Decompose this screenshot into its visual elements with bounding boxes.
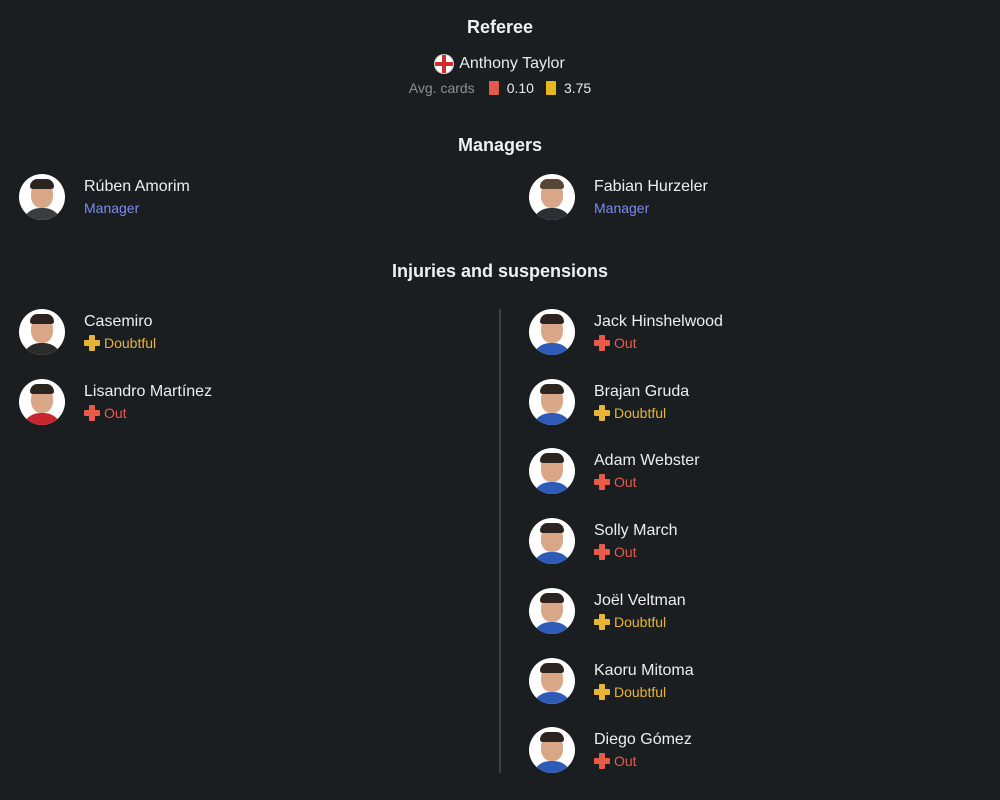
player-row[interactable]: Jack Hinshelwood Out bbox=[529, 309, 723, 355]
referee-avg-cards: Avg. cards 0.10 3.75 bbox=[0, 80, 1000, 96]
yellow-cross-icon bbox=[594, 404, 610, 421]
red-cross-icon bbox=[594, 474, 610, 491]
status-badge: Out bbox=[84, 405, 212, 421]
status-label: Out bbox=[614, 753, 637, 770]
status-label: Doubtful bbox=[614, 613, 667, 630]
player-name: Joël Veltman bbox=[594, 591, 686, 609]
column-divider bbox=[499, 309, 501, 773]
avatar bbox=[529, 309, 575, 355]
red-cross-icon bbox=[84, 405, 100, 421]
managers-title: Managers bbox=[457, 135, 543, 155]
manager-role: Manager bbox=[84, 200, 140, 216]
player-row[interactable]: Lisandro Martínez Out bbox=[19, 379, 212, 425]
avatar bbox=[19, 309, 65, 355]
injuries-title: Injuries and suspensions bbox=[391, 261, 609, 281]
avatar bbox=[529, 657, 575, 704]
yellow-cross-icon bbox=[594, 683, 610, 700]
referee-name: Anthony Taylor bbox=[459, 55, 565, 72]
yellow-card-icon bbox=[545, 81, 556, 95]
player-name: Kaoru Mitoma bbox=[594, 661, 694, 679]
yellow-cross-icon bbox=[84, 335, 100, 351]
status-badge: Doubtful bbox=[594, 683, 694, 700]
player-name: Casemiro bbox=[84, 313, 153, 330]
manager-role: Manager bbox=[594, 200, 650, 216]
england-flag-icon bbox=[435, 55, 454, 73]
status-label: Out bbox=[614, 335, 637, 351]
player-row[interactable]: Diego Gómez Out bbox=[529, 727, 692, 774]
yellow-card-avg: 3.75 bbox=[563, 80, 592, 96]
player-row[interactable]: Joël Veltman Doubtful bbox=[529, 587, 686, 634]
status-badge: Out bbox=[594, 474, 700, 491]
player-name: Jack Hinshelwood bbox=[594, 313, 723, 330]
player-row[interactable]: Brajan Gruda Doubtful bbox=[529, 378, 690, 425]
player-name: Lisandro Martínez bbox=[84, 383, 213, 400]
red-card-icon bbox=[488, 81, 499, 95]
avatar bbox=[529, 448, 575, 495]
player-row[interactable]: Casemiro Doubtful bbox=[19, 309, 156, 355]
avg-cards-label: Avg. cards bbox=[408, 80, 475, 96]
manager-name: Fabian Hurzeler bbox=[594, 178, 708, 195]
status-badge: Doubtful bbox=[84, 335, 156, 351]
status-label: Out bbox=[104, 405, 127, 421]
avatar bbox=[529, 518, 575, 565]
avatar bbox=[529, 587, 575, 634]
player-name: Solly March bbox=[594, 522, 678, 540]
status-badge: Out bbox=[594, 335, 723, 351]
player-name: Diego Gómez bbox=[594, 731, 692, 749]
referee-row[interactable]: Anthony Taylor bbox=[0, 55, 1000, 73]
avatar bbox=[19, 174, 65, 220]
status-badge: Out bbox=[594, 544, 678, 561]
avatar bbox=[529, 727, 575, 774]
avatar bbox=[529, 174, 575, 220]
manager-home[interactable]: Rúben Amorim Manager bbox=[19, 174, 190, 220]
player-row[interactable]: Adam Webster Out bbox=[529, 448, 700, 495]
red-card-avg: 0.10 bbox=[506, 80, 534, 96]
manager-away[interactable]: Fabian Hurzeler Manager bbox=[529, 174, 708, 220]
status-label: Doubtful bbox=[104, 335, 157, 351]
red-cross-icon bbox=[594, 544, 610, 561]
player-name: Adam Webster bbox=[594, 452, 700, 470]
avatar bbox=[19, 379, 65, 425]
player-row[interactable]: Kaoru Mitoma Doubtful bbox=[529, 657, 694, 704]
status-badge: Doubtful bbox=[594, 404, 689, 421]
status-label: Doubtful bbox=[614, 404, 667, 421]
status-label: Out bbox=[614, 474, 637, 491]
status-label: Doubtful bbox=[614, 683, 667, 700]
status-label: Out bbox=[614, 544, 637, 561]
status-badge: Out bbox=[594, 753, 692, 770]
avatar bbox=[529, 378, 575, 425]
player-row[interactable]: Solly March Out bbox=[529, 518, 678, 565]
red-cross-icon bbox=[594, 753, 610, 770]
referee-title: Referee bbox=[466, 17, 534, 37]
red-cross-icon bbox=[594, 335, 610, 351]
yellow-cross-icon bbox=[594, 613, 610, 630]
status-badge: Doubtful bbox=[594, 613, 686, 630]
player-name: Brajan Gruda bbox=[594, 382, 690, 400]
manager-name: Rúben Amorim bbox=[84, 178, 190, 195]
